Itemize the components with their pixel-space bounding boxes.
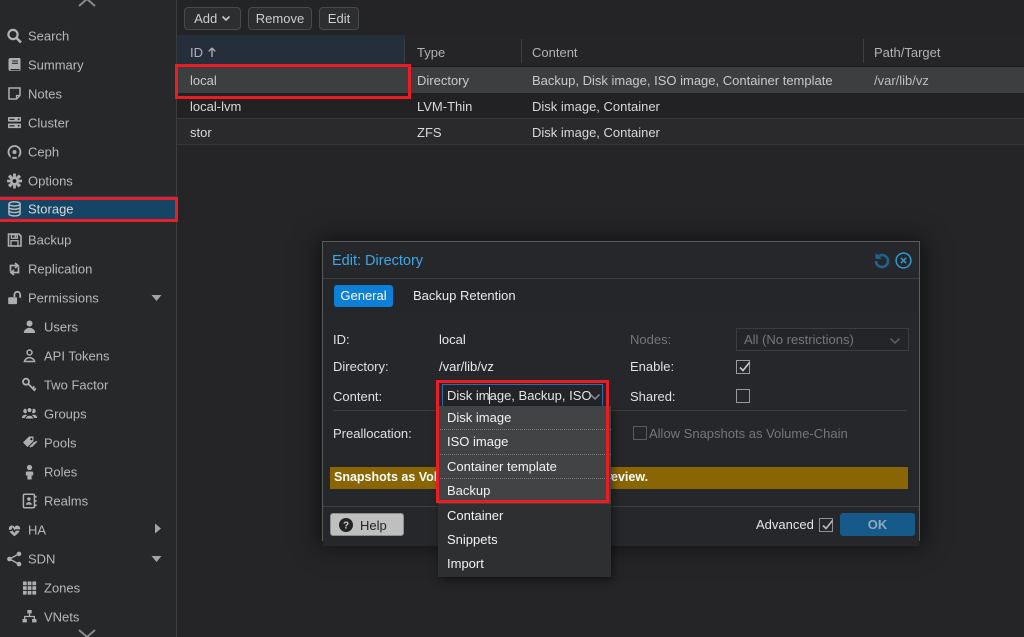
svg-text:?: ? bbox=[343, 520, 349, 531]
